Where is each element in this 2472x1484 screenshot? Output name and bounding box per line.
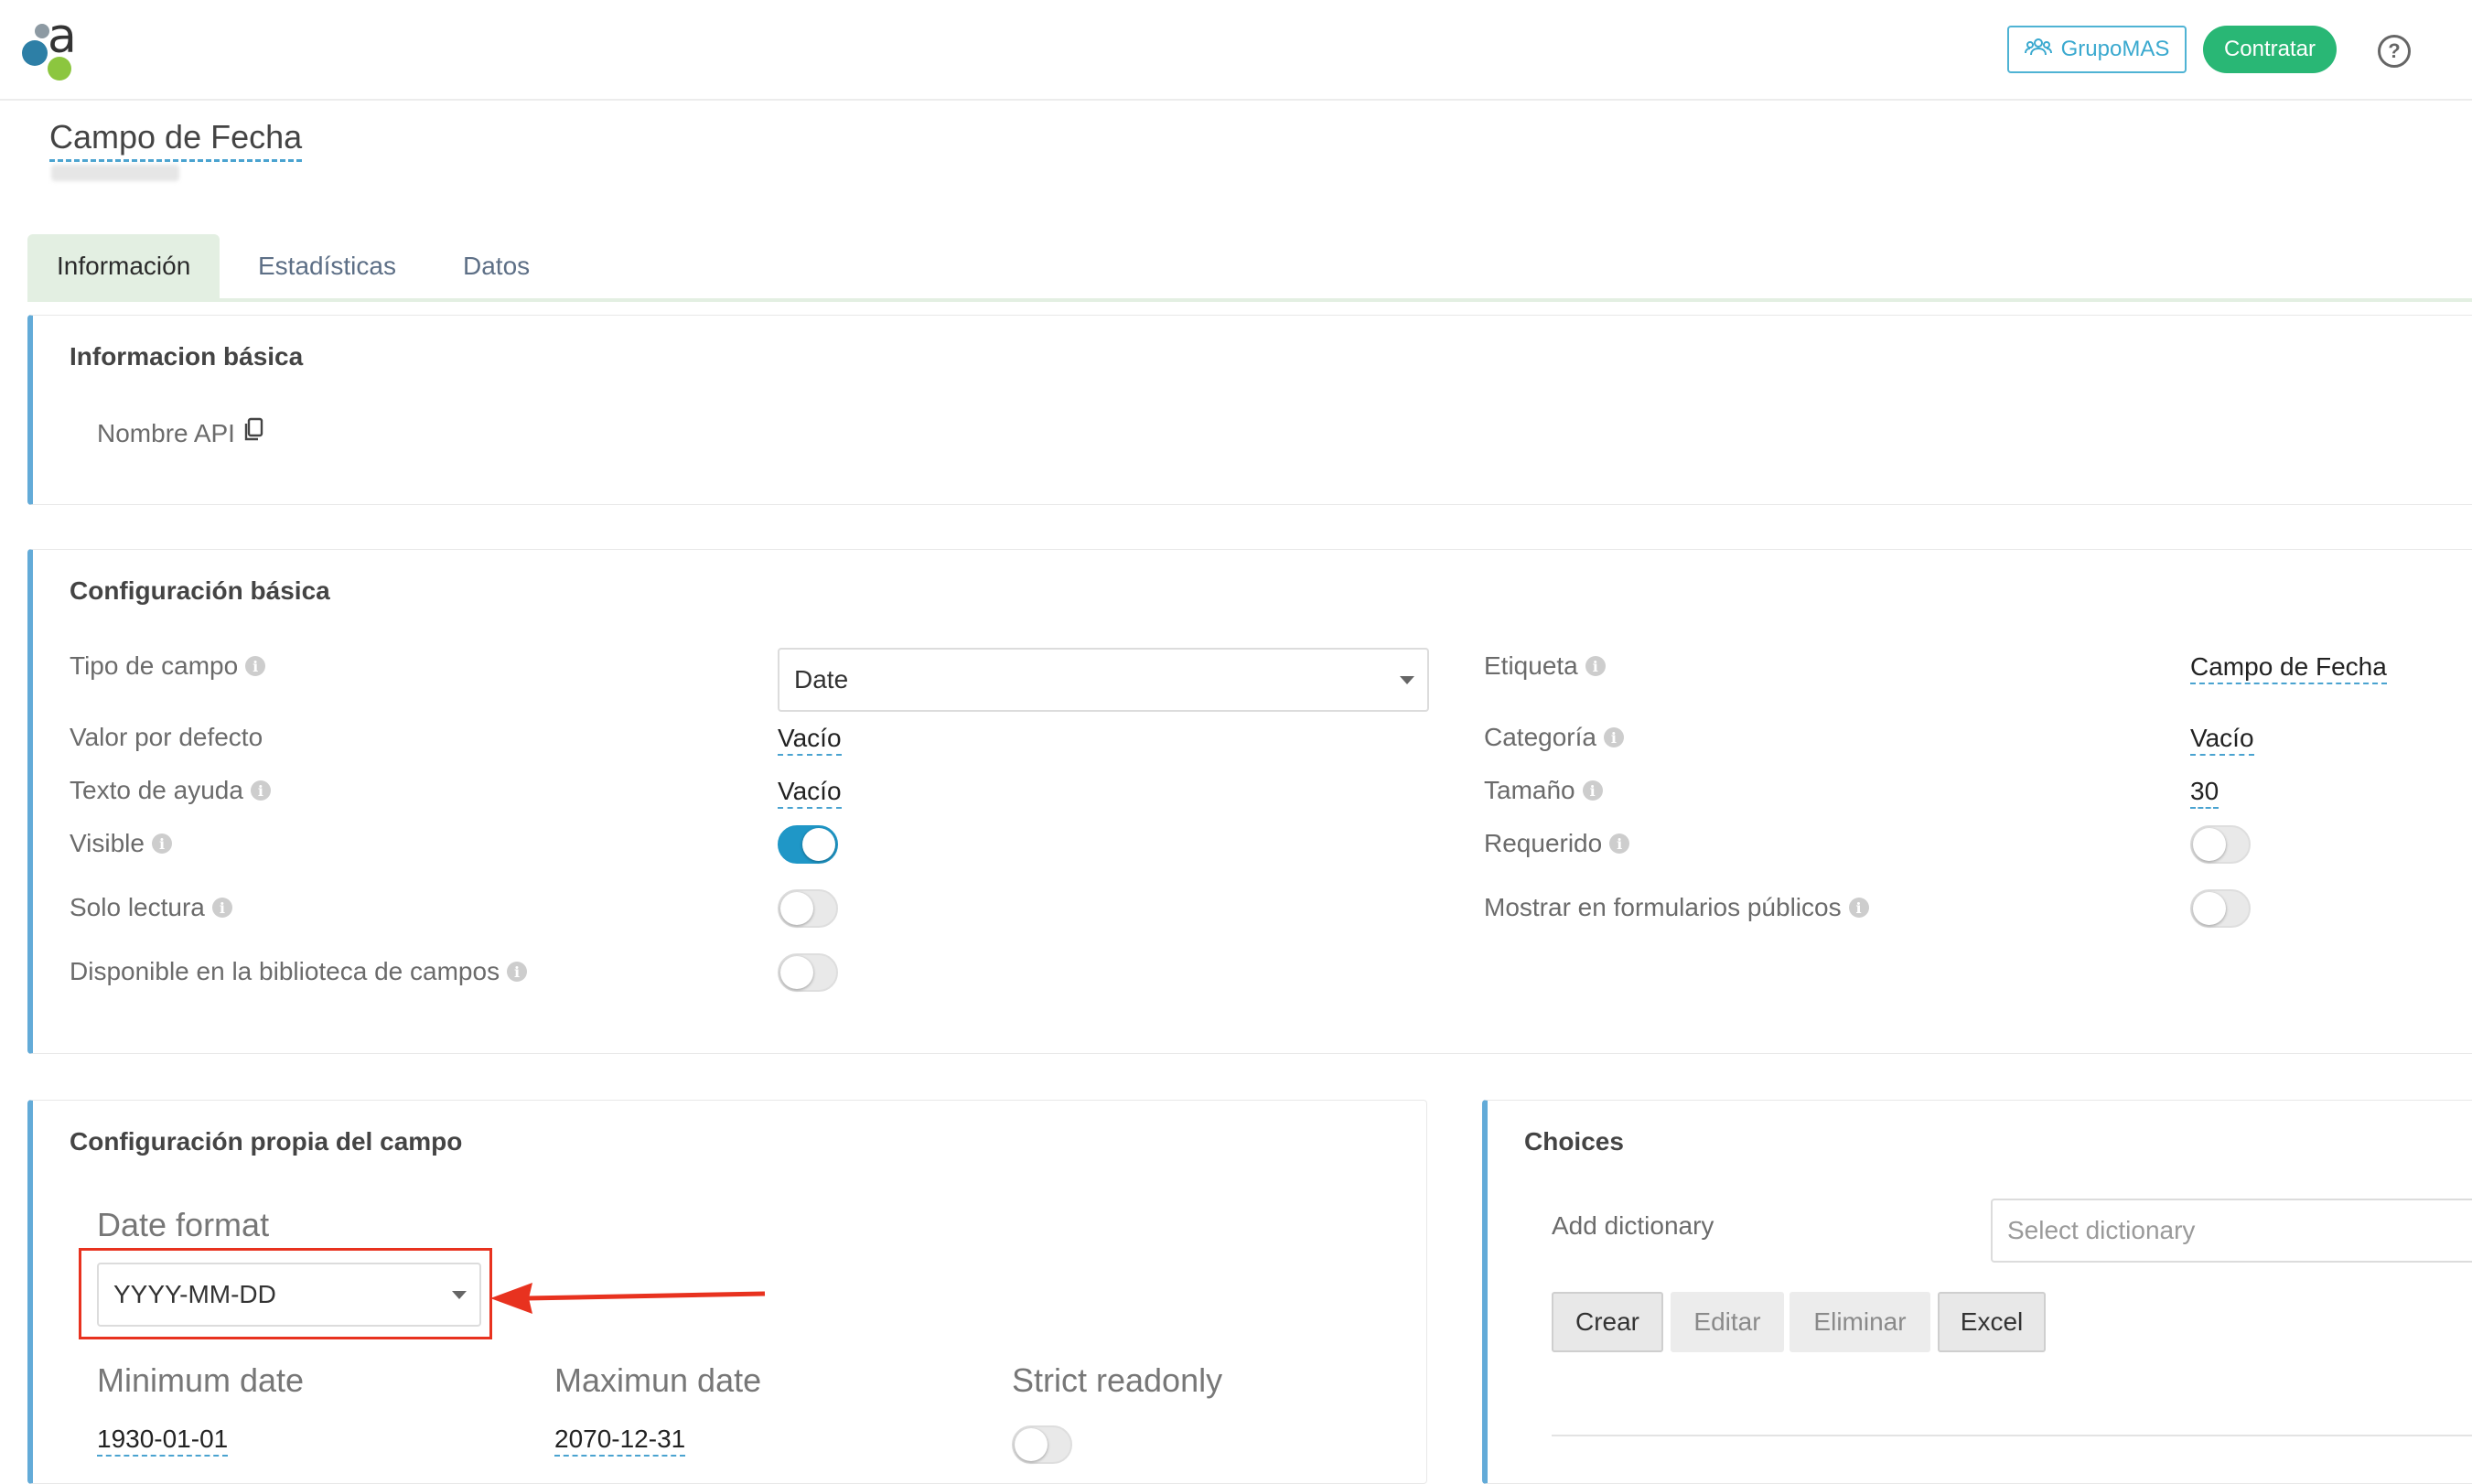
- max-date-label: Maximun date: [554, 1361, 762, 1399]
- info-icon[interactable]: i: [1609, 833, 1630, 854]
- choices-title: Choices: [1524, 1127, 1624, 1156]
- annotation-arrow: [490, 1283, 766, 1314]
- date-format-select[interactable]: YYYY-MM-DD: [97, 1263, 481, 1327]
- visible-row-label: Visible i: [70, 829, 172, 858]
- eliminar-button[interactable]: Eliminar: [1790, 1292, 1930, 1352]
- default-value-label: Valor por defecto: [70, 723, 263, 751]
- toggle-knob: [1015, 1428, 1048, 1461]
- category-value[interactable]: Vacío: [2190, 723, 2254, 756]
- library-row-label: Disponible en la biblioteca de campos i: [70, 957, 528, 986]
- size-value[interactable]: 30: [2190, 776, 2219, 809]
- tab-datos[interactable]: Datos: [434, 234, 559, 298]
- info-icon[interactable]: i: [1582, 780, 1603, 801]
- crear-button[interactable]: Crear: [1552, 1292, 1663, 1352]
- info-icon[interactable]: i: [1848, 898, 1869, 918]
- info-icon[interactable]: i: [1585, 656, 1606, 676]
- public-forms-label: Mostrar en formularios públicos: [1484, 893, 1842, 921]
- chevron-down-icon: [1400, 676, 1414, 684]
- chevron-down-icon: [452, 1291, 467, 1299]
- default-value-row-label: Valor por defecto: [70, 723, 263, 752]
- field-type-label: Tipo de campo: [70, 651, 239, 680]
- strict-readonly-toggle[interactable]: [1012, 1425, 1072, 1464]
- tab-informacion[interactable]: Información: [27, 234, 220, 298]
- tab-underline: [27, 298, 2472, 302]
- tab-estadisticas[interactable]: Estadísticas: [229, 234, 425, 298]
- choices-divider: [1552, 1435, 2472, 1436]
- editar-button[interactable]: Editar: [1671, 1292, 1784, 1352]
- visible-label: Visible: [70, 829, 145, 857]
- size-row-label: Tamaño i: [1484, 776, 1603, 805]
- grupomas-label: GrupoMAS: [2060, 37, 2170, 61]
- readonly-toggle[interactable]: [778, 889, 838, 928]
- strict-readonly-label: Strict readonly: [1012, 1361, 1223, 1399]
- api-name-row: Nombre API: [97, 417, 264, 449]
- required-toggle[interactable]: [2190, 825, 2251, 864]
- visible-toggle[interactable]: [778, 825, 838, 864]
- toggle-knob: [780, 956, 813, 989]
- basic-config-title: Configuración básica: [70, 576, 330, 605]
- info-icon[interactable]: i: [151, 833, 172, 854]
- min-date-label: Minimum date: [97, 1361, 305, 1399]
- add-dictionary-label: Add dictionary: [1552, 1211, 1714, 1240]
- help-text-value[interactable]: Vacío: [778, 776, 842, 809]
- help-text-row-label: Texto de ayuda i: [70, 776, 271, 805]
- info-icon[interactable]: i: [1603, 727, 1624, 747]
- field-type-select[interactable]: Date: [778, 648, 1429, 712]
- info-icon[interactable]: i: [245, 656, 266, 676]
- toggle-knob: [780, 892, 813, 925]
- default-value[interactable]: Vacío: [778, 723, 842, 756]
- toggle-knob: [2193, 892, 2226, 925]
- readonly-label: Solo lectura: [70, 893, 205, 921]
- category-row-label: Categoría i: [1484, 723, 1624, 752]
- help-text-label: Texto de ayuda: [70, 776, 243, 804]
- app-logo[interactable]: a: [20, 9, 86, 82]
- blurred-subtitle: [51, 165, 179, 181]
- library-label: Disponible en la biblioteca de campos: [70, 957, 500, 985]
- label-value[interactable]: Campo de Fecha: [2190, 651, 2387, 684]
- date-format-label: Date format: [97, 1206, 270, 1243]
- basic-info-title: Informacion básica: [70, 342, 304, 371]
- basic-info-card: [27, 315, 2472, 505]
- required-row-label: Requerido i: [1484, 829, 1630, 858]
- help-icon[interactable]: ?: [2378, 35, 2411, 68]
- copy-icon[interactable]: [242, 417, 264, 449]
- users-icon: [2024, 38, 2052, 61]
- contratar-button[interactable]: Contratar: [2203, 26, 2337, 73]
- page-title[interactable]: Campo de Fecha: [49, 117, 303, 162]
- category-label: Categoría: [1484, 723, 1596, 751]
- toggle-knob: [802, 828, 835, 861]
- readonly-row-label: Solo lectura i: [70, 893, 232, 922]
- date-format-value: YYYY-MM-DD: [113, 1280, 276, 1308]
- library-toggle[interactable]: [778, 953, 838, 992]
- api-name-label: Nombre API: [97, 418, 235, 447]
- field-type-value: Date: [794, 665, 849, 694]
- label-label: Etiqueta: [1484, 651, 1578, 680]
- size-label: Tamaño: [1484, 776, 1575, 804]
- public-forms-row-label: Mostrar en formularios públicos i: [1484, 893, 1869, 922]
- info-icon[interactable]: i: [250, 780, 271, 801]
- required-label: Requerido: [1484, 829, 1603, 857]
- logo-dot-blue: [22, 40, 48, 66]
- logo-letter: a: [48, 9, 77, 64]
- grupomas-button[interactable]: GrupoMAS: [2007, 26, 2187, 73]
- field-config-title: Configuración propia del campo: [70, 1127, 463, 1156]
- public-forms-toggle[interactable]: [2190, 889, 2251, 928]
- min-date-value[interactable]: 1930-01-01: [97, 1424, 229, 1457]
- label-row-label: Etiqueta i: [1484, 651, 1606, 681]
- dictionary-placeholder: Select dictionary: [2007, 1216, 2196, 1244]
- toggle-knob: [2193, 828, 2226, 861]
- info-icon[interactable]: i: [507, 962, 528, 982]
- excel-button[interactable]: Excel: [1938, 1292, 2046, 1352]
- max-date-value[interactable]: 2070-12-31: [554, 1424, 686, 1457]
- info-icon[interactable]: i: [211, 898, 232, 918]
- field-type-row-label: Tipo de campo i: [70, 651, 266, 681]
- dictionary-select[interactable]: Select dictionary: [1991, 1199, 2472, 1263]
